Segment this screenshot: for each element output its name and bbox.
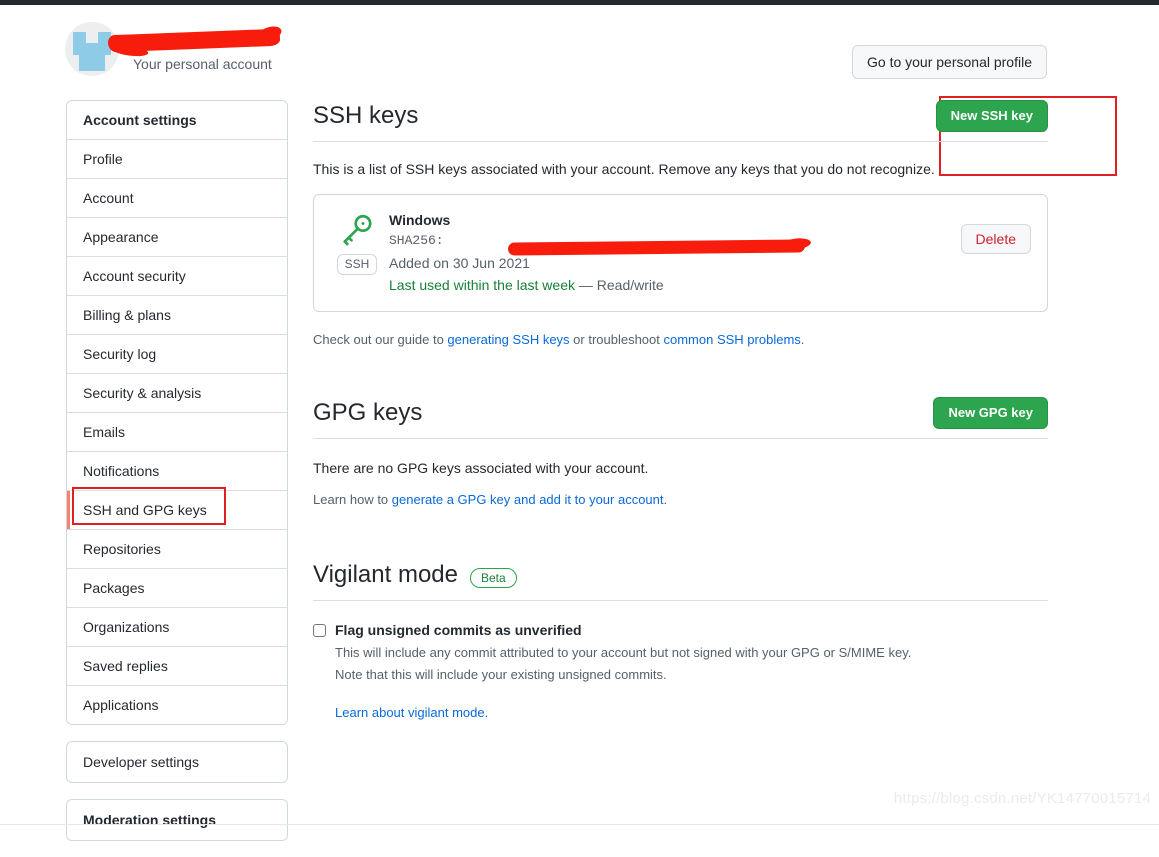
sidebar-item-profile[interactable]: Profile	[67, 140, 287, 179]
ssh-keys-description: This is a list of SSH keys associated wi…	[313, 161, 935, 177]
sidebar-item-billing-plans[interactable]: Billing & plans	[67, 296, 287, 335]
generate-gpg-key-link[interactable]: generate a GPG key and add it to your ac…	[392, 492, 664, 507]
sidebar-item-repositories[interactable]: Repositories	[67, 530, 287, 569]
sidebar-item-packages[interactable]: Packages	[67, 569, 287, 608]
ssh-keys-title: SSH keys	[313, 102, 419, 129]
ssh-key-fingerprint-prefix: SHA256:	[389, 233, 444, 248]
ssh-keys-header: SSH keys New SSH key	[313, 100, 1048, 142]
ssh-key-title: Windows	[389, 212, 451, 228]
sidebar-nav-group: Account settings Profile Account Appeara…	[66, 100, 288, 725]
vigilant-mode-text: Flag unsigned commits as unverified This…	[335, 621, 911, 722]
learn-about-vigilant-mode-link[interactable]: Learn about vigilant mode.	[335, 705, 488, 720]
key-icon	[343, 214, 372, 246]
sidebar-item-saved-replies[interactable]: Saved replies	[67, 647, 287, 686]
gpg-learn-prefix: Learn how to	[313, 492, 392, 507]
gpg-learn-suffix: .	[663, 492, 668, 507]
gpg-keys-header: GPG keys New GPG key	[313, 397, 1048, 439]
ssh-key-badge: SSH	[336, 254, 378, 275]
flag-unsigned-commits-label[interactable]: Flag unsigned commits as unverified	[335, 621, 911, 640]
gpg-learn-line: Learn how to generate a GPG key and add …	[313, 490, 1048, 509]
ssh-guide-middle: or troubleshoot	[569, 332, 664, 347]
sidebar-item-organizations[interactable]: Organizations	[67, 608, 287, 647]
ssh-key-fingerprint-value	[444, 233, 452, 248]
sidebar-item-security-analysis[interactable]: Security & analysis	[67, 374, 287, 413]
gpg-empty-message: There are no GPG keys associated with yo…	[313, 460, 649, 476]
ssh-key-access-level: — Read/write	[578, 277, 664, 293]
sidebar-item-developer-settings[interactable]: Developer settings	[66, 741, 288, 783]
ssh-key-added-date: Added on 30 Jun 2021	[389, 255, 530, 271]
vigilant-mode-header: Vigilant mode Beta	[313, 559, 1048, 601]
ssh-key-icon-column: SSH	[330, 210, 384, 275]
vigilant-mode-option: Flag unsigned commits as unverified This…	[313, 621, 1048, 722]
ssh-key-last-used: Last used within the last week — Read/wr…	[389, 275, 1031, 296]
vigilant-note-line-1: This will include any commit attributed …	[335, 645, 912, 660]
vigilant-learn-line: Learn about vigilant mode.	[335, 703, 911, 722]
common-ssh-problems-link[interactable]: common SSH problems	[664, 332, 801, 347]
ssh-key-row: SSH Windows SHA256: Added on 30 Jun 2021…	[313, 194, 1048, 312]
sidebar-item-notifications[interactable]: Notifications	[67, 452, 287, 491]
gpg-keys-title: GPG keys	[313, 399, 423, 426]
sidebar-item-account[interactable]: Account	[67, 179, 287, 218]
sidebar-item-account-security[interactable]: Account security	[67, 257, 287, 296]
vigilant-mode-title: Vigilant mode	[313, 561, 458, 588]
delete-ssh-key-button[interactable]: Delete	[960, 224, 1031, 254]
sidebar-item-account-settings: Account settings	[67, 101, 287, 140]
flag-unsigned-commits-checkbox[interactable]	[313, 624, 326, 637]
ssh-key-details: Windows SHA256: Added on 30 Jun 2021 Las…	[384, 210, 1031, 296]
account-subtitle: Your personal account	[133, 55, 272, 72]
sidebar-item-ssh-and-gpg-keys[interactable]: SSH and GPG keys	[67, 491, 287, 530]
main-content: SSH keys New SSH key This is a list of S…	[313, 100, 1048, 722]
sidebar-item-applications[interactable]: Applications	[67, 686, 287, 724]
ssh-guide-line: Check out our guide to generating SSH ke…	[313, 330, 1048, 349]
beta-badge: Beta	[469, 568, 517, 588]
ssh-key-last-used-text: Last used within the last week	[389, 277, 575, 293]
sidebar-item-security-log[interactable]: Security log	[67, 335, 287, 374]
ssh-guide-prefix: Check out our guide to	[313, 332, 448, 347]
sidebar-item-appearance[interactable]: Appearance	[67, 218, 287, 257]
new-gpg-key-button[interactable]: New GPG key	[933, 397, 1048, 429]
settings-page: Your personal account Go to your persona…	[0, 5, 1159, 841]
settings-sidebar: Account settings Profile Account Appeara…	[66, 100, 288, 857]
new-ssh-key-button[interactable]: New SSH key	[935, 100, 1048, 132]
sidebar-item-emails[interactable]: Emails	[67, 413, 287, 452]
watermark: https://blog.csdn.net/YK14770015714	[893, 790, 1151, 807]
generating-ssh-keys-link[interactable]: generating SSH keys	[447, 332, 569, 347]
go-to-personal-profile-button[interactable]: Go to your personal profile	[852, 45, 1047, 79]
sidebar-item-moderation-settings[interactable]: Moderation settings	[66, 799, 288, 841]
ssh-guide-suffix: .	[800, 332, 805, 347]
vigilant-note-line-2: Note that this will include your existin…	[335, 667, 667, 682]
